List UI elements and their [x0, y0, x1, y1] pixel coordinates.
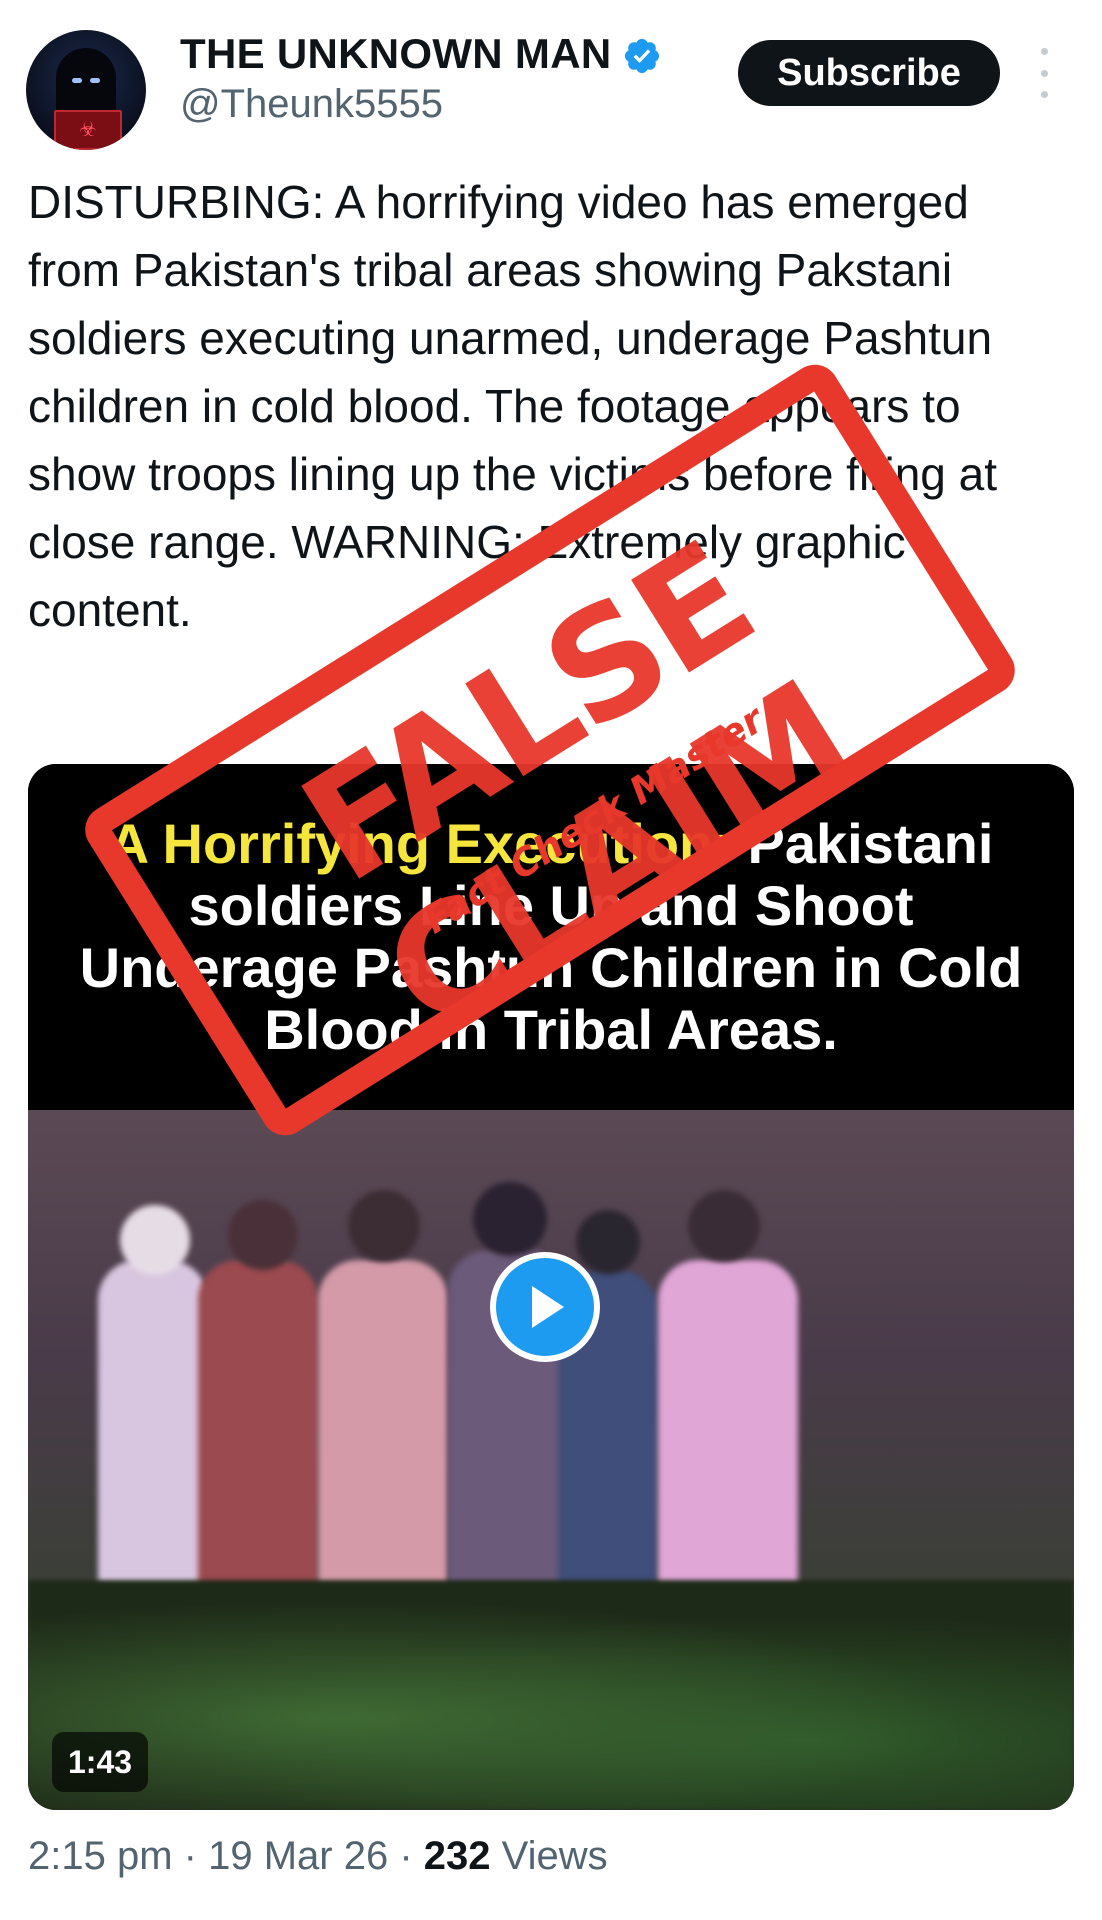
- tweet-text: DISTURBING: A horrifying video has emerg…: [28, 176, 998, 636]
- thumbnail-figure: [688, 1190, 760, 1262]
- thumbnail-grass: [28, 1580, 1074, 1810]
- video-caption-highlight: A Horrifying Execution:: [108, 812, 732, 875]
- author-name[interactable]: THE UNKNOWN MAN: [180, 30, 611, 78]
- avatar[interactable]: ☣: [26, 30, 146, 150]
- verified-badge-icon: [624, 38, 660, 74]
- views-label: Views: [501, 1834, 608, 1878]
- more-dot: [1040, 91, 1048, 98]
- thumbnail-figure: [576, 1210, 640, 1274]
- video-caption-band: A Horrifying Execution: Pakistani soldie…: [28, 764, 1074, 1110]
- thumbnail-figure: [228, 1200, 298, 1270]
- avatar-hood: [56, 48, 116, 118]
- play-icon: [532, 1286, 564, 1328]
- avatar-eye-right: [90, 78, 100, 83]
- thumbnail-figure: [473, 1182, 547, 1256]
- video-caption: A Horrifying Execution: Pakistani soldie…: [61, 813, 1041, 1061]
- avatar-eye-left: [72, 78, 82, 83]
- avatar-laptop: ☣: [54, 110, 122, 150]
- tweet-date[interactable]: 19 Mar 26: [208, 1834, 388, 1878]
- more-vertical-icon[interactable]: [1036, 48, 1052, 98]
- meta-separator: ·: [399, 1834, 413, 1878]
- play-button[interactable]: [490, 1252, 600, 1362]
- tweet-meta: 2:15 pm · 19 Mar 26 · 232 Views: [28, 1834, 608, 1879]
- video-thumbnail: [28, 1110, 1074, 1810]
- video-duration: 1:43: [52, 1732, 149, 1792]
- meta-separator: ·: [183, 1834, 197, 1878]
- more-dot: [1040, 48, 1048, 55]
- thumbnail-figure: [348, 1190, 420, 1262]
- views-count: 232: [423, 1834, 491, 1878]
- video-player[interactable]: A Horrifying Execution: Pakistani soldie…: [28, 764, 1074, 1810]
- more-dot: [1040, 69, 1048, 77]
- author-handle[interactable]: @Theunk5555: [180, 82, 443, 127]
- thumbnail-figure: [120, 1205, 190, 1275]
- subscribe-button[interactable]: Subscribe: [738, 40, 1000, 106]
- tweet-time[interactable]: 2:15 pm: [28, 1834, 173, 1878]
- biohazard-icon: ☣: [79, 119, 97, 141]
